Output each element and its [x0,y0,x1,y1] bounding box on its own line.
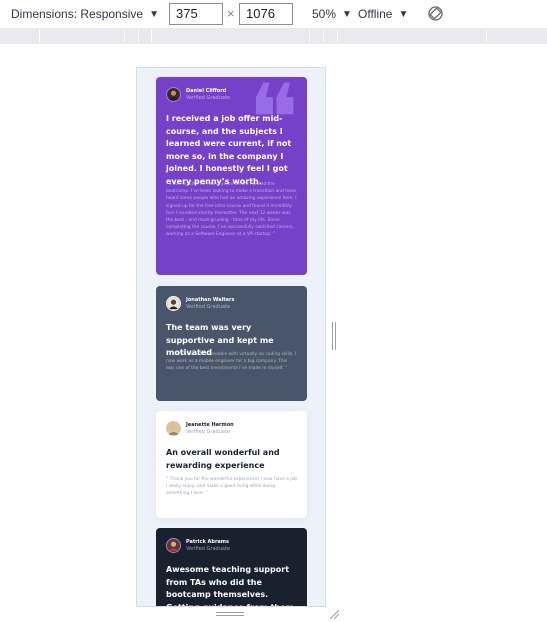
ruler-tick [486,30,487,42]
ruler-tick [309,30,310,42]
card-header: Jonathan Walters Verified Graduate [166,296,235,311]
right-resize-handle[interactable] [331,322,337,350]
ruler-tick [151,30,152,42]
throttling-label: Offline [358,7,393,21]
author-role: Verified Graduate [186,94,230,101]
ruler-tick [138,30,139,42]
ruler-tick [323,30,324,42]
zoom-dropdown[interactable]: 50% ▼ [312,0,352,28]
author-role: Verified Graduate [186,428,230,435]
testimonial-card: Patrick Abrams Verified Graduate Awesome… [156,528,307,607]
card-header: Patrick Abrams Verified Graduate [166,538,230,553]
ruler-tick [124,30,125,42]
testimonial-headline: Awesome teaching support from TAs who di… [166,565,294,607]
testimonial-card: ❝ Daniel Clifford Verified Graduate I re… [156,77,307,275]
zoom-label: 50% [312,7,337,21]
avatar [166,421,181,436]
rotate-icon[interactable] [427,5,444,22]
card-header: Jeanette Harmon Verified Graduate [166,421,234,436]
author-name: Daniel Clifford [186,87,227,94]
height-input[interactable]: 1076 [239,3,293,25]
width-input[interactable]: 375 [169,3,223,25]
chevron-down-icon: ▼ [342,8,352,20]
device-toolbar: Dimensions: Responsive ▼ 375 × 1076 50% … [0,0,547,28]
media-query-bar[interactable] [0,28,547,44]
device-viewport[interactable]: ❝ Daniel Clifford Verified Graduate I re… [136,67,326,607]
throttling-dropdown[interactable]: Offline ▼ [358,0,408,28]
ruler-tick [337,30,338,42]
author-name: Jeanette Harmon [186,421,234,428]
testimonial-quote: “ I started as a total newbie with virtu… [166,352,297,372]
ruler-band [0,28,547,44]
dimensions-label: Dimensions: Responsive [11,7,144,21]
avatar [166,87,181,102]
corner-resize-handle[interactable] [328,608,340,620]
testimonial-quote: “ I was an EMT for many years before I j… [166,182,297,238]
avatar [166,538,181,553]
testimonial-card: Jonathan Walters Verified Graduate The t… [156,286,307,401]
testimonial-headline: I received a job offer mid-course, and t… [166,114,292,186]
chevron-down-icon: ▼ [398,8,409,20]
dimensions-dropdown[interactable]: Dimensions: Responsive ▼ [11,0,159,28]
ruler-tick [39,30,40,42]
testimonial-headline: An overall wonderful and rewarding exper… [166,448,280,470]
testimonial-quote: “ Thank you for the wonderful experience… [166,477,297,497]
chevron-down-icon: ▼ [149,8,159,20]
author-name: Jonathan Walters [186,296,235,303]
bottom-resize-handle[interactable] [216,611,244,619]
testimonial-card: Jeanette Harmon Verified Graduate An ove… [156,411,307,518]
times-symbol: × [227,6,235,21]
author-role: Verified Graduate [186,545,230,552]
avatar [166,296,181,311]
author-role: Verified Graduate [186,303,230,310]
card-header: Daniel Clifford Verified Graduate [166,87,230,102]
author-name: Patrick Abrams [186,538,229,545]
